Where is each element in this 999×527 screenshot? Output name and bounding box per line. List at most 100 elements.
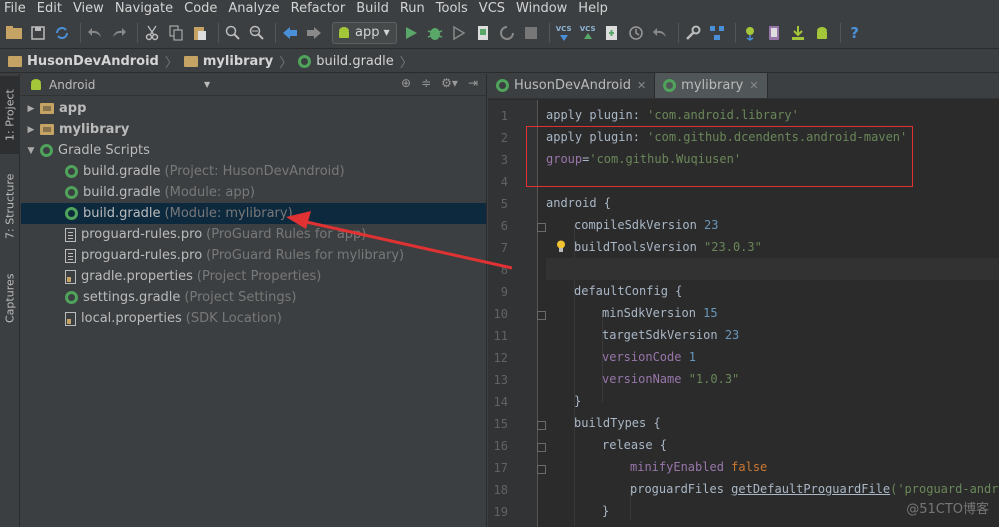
code-token: versionCode xyxy=(602,350,689,364)
menu-refactor[interactable]: Refactor xyxy=(291,0,346,17)
cut-icon[interactable] xyxy=(142,23,162,43)
close-icon[interactable]: ✕ xyxy=(749,79,758,92)
breadcrumb-project[interactable]: HusonDevAndroid 〉 xyxy=(8,52,178,71)
debug-icon[interactable] xyxy=(425,23,445,43)
menu-view[interactable]: View xyxy=(73,0,104,17)
menu-vcs[interactable]: VCS xyxy=(479,0,505,17)
line-number: 14 xyxy=(493,395,508,409)
code-token: ('proguard-android xyxy=(890,482,999,496)
tree-item-build-gradle-project[interactable]: build.gradle (Project: HusonDevAndroid) xyxy=(21,161,486,182)
menu-build[interactable]: Build xyxy=(356,0,389,17)
gear-icon[interactable]: ⚙▾ xyxy=(441,76,458,90)
tree-item-gradle-properties[interactable]: gradle.properties (Project Properties) xyxy=(21,266,486,287)
lightbulb-icon[interactable] xyxy=(556,240,566,253)
chevron-right-icon[interactable]: ▶ xyxy=(25,125,37,135)
sdk-manager-icon[interactable] xyxy=(788,23,808,43)
attach-debugger-icon[interactable] xyxy=(473,23,493,43)
undo-icon[interactable] xyxy=(85,23,105,43)
menu-window[interactable]: Window xyxy=(516,0,567,17)
menu-analyze[interactable]: Analyze xyxy=(228,0,279,17)
editor-gutter: 1 2 3 4 5 6 7 8 9 10 11 12 13 14 15 16 1… xyxy=(488,100,546,527)
open-folder-icon[interactable] xyxy=(4,23,24,43)
tree-item-build-gradle-app[interactable]: build.gradle (Module: app) xyxy=(21,182,486,203)
settings-icon[interactable] xyxy=(683,23,703,43)
help-icon[interactable]: ? xyxy=(845,23,865,43)
tree-item-proguard-app[interactable]: proguard-rules.pro (ProGuard Rules for a… xyxy=(21,224,486,245)
vcs-update-icon[interactable]: VCS xyxy=(554,23,574,43)
back-icon[interactable] xyxy=(280,23,300,43)
android-monitor-icon[interactable] xyxy=(812,23,832,43)
coverage-icon[interactable] xyxy=(449,23,469,43)
tree-item-build-gradle-mylibrary[interactable]: build.gradle (Module: mylibrary) xyxy=(21,203,486,224)
tree-item-local-properties[interactable]: local.properties (SDK Location) xyxy=(21,308,486,329)
editor: HusonDevAndroid ✕ mylibrary ✕ 1 2 3 4 5 … xyxy=(488,73,999,527)
collapse-all-icon[interactable]: ≑ xyxy=(421,76,431,90)
history-icon[interactable] xyxy=(626,23,646,43)
replace-icon[interactable] xyxy=(247,23,267,43)
code-token: 'com.android.library' xyxy=(647,108,799,122)
tree-item-proguard-mylibrary[interactable]: proguard-rules.pro (ProGuard Rules for m… xyxy=(21,245,486,266)
project-view-select[interactable]: Android xyxy=(49,78,199,92)
stop-icon[interactable] xyxy=(521,23,541,43)
scroll-from-source-icon[interactable]: ⊕ xyxy=(401,76,411,90)
tree-item-mylibrary[interactable]: ▶ mylibrary xyxy=(21,119,486,140)
fold-marker-icon[interactable] xyxy=(537,421,546,430)
fold-marker-icon[interactable] xyxy=(537,465,546,474)
tab-captures[interactable]: Captures xyxy=(0,259,20,337)
tree-item-hint: (ProGuard Rules for app) xyxy=(206,227,367,242)
apply-changes-icon[interactable] xyxy=(497,23,517,43)
fold-marker-icon[interactable] xyxy=(537,311,546,320)
navigation-bar: HusonDevAndroid 〉 mylibrary 〉 build.grad… xyxy=(0,50,999,73)
menu-navigate[interactable]: Navigate xyxy=(115,0,173,17)
vcs-commit-icon[interactable]: VCS xyxy=(578,23,598,43)
breadcrumb-module[interactable]: mylibrary 〉 xyxy=(183,52,292,71)
code-line: compileSdkVersion 23 xyxy=(546,214,719,236)
chevron-right-icon[interactable]: ▶ xyxy=(25,104,37,114)
menu-edit[interactable]: Edit xyxy=(37,0,62,17)
tab-structure-label: 7: Structure xyxy=(3,173,17,239)
redo-icon[interactable] xyxy=(109,23,129,43)
chevron-down-icon[interactable]: ▼ xyxy=(25,146,37,156)
editor-tab-label: mylibrary xyxy=(681,78,744,93)
hide-panel-icon[interactable]: ⇥ xyxy=(468,76,478,90)
tree-item-gradle-scripts[interactable]: ▼ Gradle Scripts xyxy=(21,140,486,161)
editor-tab-mylibrary[interactable]: mylibrary ✕ xyxy=(655,73,768,98)
fold-marker-icon[interactable] xyxy=(537,443,546,452)
code-token: compileSdkVersion xyxy=(574,218,705,232)
tree-item-settings-gradle[interactable]: settings.gradle (Project Settings) xyxy=(21,287,486,308)
code-token: 'com.github.dcendents.android-maven' xyxy=(647,130,908,144)
paste-icon[interactable] xyxy=(190,23,210,43)
sync-icon[interactable] xyxy=(52,23,72,43)
menu-run[interactable]: Run xyxy=(400,0,425,17)
fold-marker-icon[interactable] xyxy=(537,223,546,232)
run-icon[interactable] xyxy=(401,23,421,43)
find-icon[interactable] xyxy=(223,23,243,43)
code-line: defaultConfig { xyxy=(546,280,682,302)
code-area[interactable]: apply plugin: 'com.android.library' appl… xyxy=(546,100,999,527)
close-icon[interactable]: ✕ xyxy=(637,79,646,92)
menu-file[interactable]: File xyxy=(4,0,26,17)
project-structure-icon[interactable] xyxy=(707,23,727,43)
forward-icon[interactable] xyxy=(304,23,324,43)
revert-icon[interactable] xyxy=(650,23,670,43)
tree-item-hint: (Module: app) xyxy=(164,185,255,200)
run-configuration-select[interactable]: app ▼ xyxy=(332,21,397,44)
sync-gradle-icon[interactable] xyxy=(740,23,760,43)
tree-item-app[interactable]: ▶ app xyxy=(21,98,486,119)
tab-structure[interactable]: 7: Structure xyxy=(0,166,20,246)
chevron-down-icon[interactable]: ▼ xyxy=(204,80,210,89)
android-icon xyxy=(31,78,41,90)
tab-project[interactable]: 1: Project xyxy=(0,76,20,154)
code-token: targetSdkVersion xyxy=(602,328,725,342)
copy-icon[interactable] xyxy=(166,23,186,43)
breadcrumb-file[interactable]: build.gradle 〉 xyxy=(298,52,413,71)
avd-manager-icon[interactable] xyxy=(764,23,784,43)
menu-code[interactable]: Code xyxy=(184,0,217,17)
code-token: proguardFiles xyxy=(630,482,732,496)
save-icon[interactable] xyxy=(28,23,48,43)
menu-help[interactable]: Help xyxy=(578,0,608,17)
editor-tab-husondevandroid[interactable]: HusonDevAndroid ✕ xyxy=(488,73,656,98)
menu-tools[interactable]: Tools xyxy=(436,0,468,17)
compare-icon[interactable] xyxy=(602,23,622,43)
line-number: 7 xyxy=(500,241,508,255)
